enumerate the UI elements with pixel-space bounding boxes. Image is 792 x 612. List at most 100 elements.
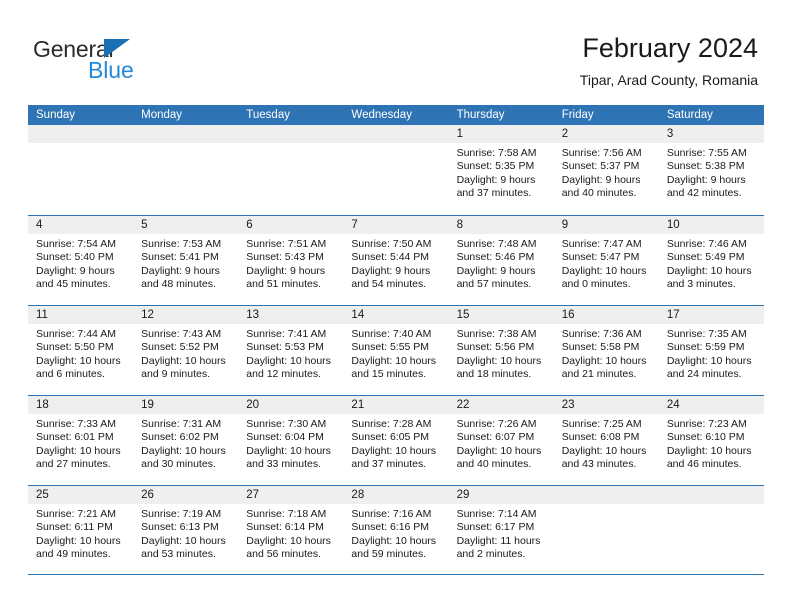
- sunset-text: Sunset: 5:44 PM: [351, 251, 430, 264]
- day-number: [133, 125, 239, 143]
- daylight-text-line1: Daylight: 10 hours: [141, 444, 226, 457]
- day-cell[interactable]: 24 Sunrise: 7:23 AM Sunset: 6:10 PM Dayl…: [658, 396, 764, 485]
- day-cell[interactable]: 29 Sunrise: 7:14 AM Sunset: 6:17 PM Dayl…: [448, 486, 554, 574]
- day-cell[interactable]: 21 Sunrise: 7:28 AM Sunset: 6:05 PM Dayl…: [343, 396, 449, 485]
- generalblue-logo[interactable]: General Blue: [33, 36, 233, 84]
- sunrise-text: Sunrise: 7:19 AM: [141, 508, 222, 520]
- day-details: Sunrise: 7:58 AM Sunset: 5:35 PM Dayligh…: [449, 143, 554, 201]
- daylight-text-line1: Daylight: 10 hours: [141, 534, 226, 547]
- day-cell[interactable]: 4 Sunrise: 7:54 AM Sunset: 5:40 PM Dayli…: [28, 216, 134, 305]
- day-cell[interactable]: [28, 125, 134, 215]
- sunrise-text: Sunrise: 7:30 AM: [246, 418, 327, 430]
- sunset-text: Sunset: 5:55 PM: [351, 341, 430, 354]
- day-cell[interactable]: [343, 125, 449, 215]
- calendar-week-row: 4 Sunrise: 7:54 AM Sunset: 5:40 PM Dayli…: [28, 215, 764, 305]
- day-cell[interactable]: [133, 125, 239, 215]
- sunset-text: Sunset: 6:08 PM: [561, 431, 640, 444]
- sunset-text: Sunset: 5:52 PM: [141, 341, 219, 354]
- day-details: [133, 143, 238, 147]
- day-details: Sunrise: 7:30 AM Sunset: 6:04 PM Dayligh…: [238, 414, 343, 472]
- day-cell[interactable]: 15 Sunrise: 7:38 AM Sunset: 5:56 PM Dayl…: [448, 306, 554, 395]
- day-cell[interactable]: 25 Sunrise: 7:21 AM Sunset: 6:11 PM Dayl…: [28, 486, 134, 574]
- sunrise-text: Sunrise: 7:56 AM: [561, 147, 642, 159]
- day-cell[interactable]: 10 Sunrise: 7:46 AM Sunset: 5:49 PM Dayl…: [658, 216, 764, 305]
- day-number: 15: [448, 306, 554, 324]
- day-cell[interactable]: 8 Sunrise: 7:48 AM Sunset: 5:46 PM Dayli…: [448, 216, 554, 305]
- day-cell[interactable]: 12 Sunrise: 7:43 AM Sunset: 5:52 PM Dayl…: [133, 306, 239, 395]
- sunrise-text: Sunrise: 7:58 AM: [456, 147, 537, 159]
- day-cell[interactable]: [658, 486, 764, 574]
- day-cell[interactable]: 13 Sunrise: 7:41 AM Sunset: 5:53 PM Dayl…: [238, 306, 344, 395]
- daylight-text-line2: and 54 minutes.: [351, 278, 427, 291]
- day-cell[interactable]: 16 Sunrise: 7:36 AM Sunset: 5:58 PM Dayl…: [553, 306, 659, 395]
- calendar-page: General Blue February 2024 Tipar, Arad C…: [0, 0, 792, 612]
- day-cell[interactable]: 5 Sunrise: 7:53 AM Sunset: 5:41 PM Dayli…: [133, 216, 239, 305]
- day-cell[interactable]: 26 Sunrise: 7:19 AM Sunset: 6:13 PM Dayl…: [133, 486, 239, 574]
- day-cell[interactable]: 9 Sunrise: 7:47 AM Sunset: 5:47 PM Dayli…: [553, 216, 659, 305]
- daylight-text-line2: and 33 minutes.: [246, 458, 321, 471]
- daylight-text-line1: Daylight: 10 hours: [561, 354, 647, 367]
- day-cell[interactable]: 28 Sunrise: 7:16 AM Sunset: 6:16 PM Dayl…: [343, 486, 449, 574]
- daylight-text-line1: Daylight: 9 hours: [456, 264, 536, 277]
- daylight-text-line1: Daylight: 10 hours: [36, 444, 121, 457]
- day-number: 26: [133, 486, 239, 504]
- day-cell[interactable]: 27 Sunrise: 7:18 AM Sunset: 6:14 PM Dayl…: [238, 486, 344, 574]
- day-cell[interactable]: 6 Sunrise: 7:51 AM Sunset: 5:43 PM Dayli…: [238, 216, 344, 305]
- daylight-text-line2: and 18 minutes.: [456, 368, 532, 381]
- daylight-text-line2: and 46 minutes.: [666, 458, 742, 471]
- day-number: 29: [448, 486, 554, 504]
- day-cell[interactable]: 3 Sunrise: 7:55 AM Sunset: 5:38 PM Dayli…: [658, 125, 764, 215]
- day-number: 5: [133, 216, 239, 234]
- day-number: 1: [448, 125, 554, 143]
- day-cell[interactable]: [238, 125, 344, 215]
- sunrise-text: Sunrise: 7:21 AM: [36, 508, 116, 520]
- day-number: 19: [133, 396, 239, 414]
- day-details: Sunrise: 7:33 AM Sunset: 6:01 PM Dayligh…: [28, 414, 133, 472]
- day-details: Sunrise: 7:26 AM Sunset: 6:07 PM Dayligh…: [449, 414, 554, 472]
- day-details: Sunrise: 7:16 AM Sunset: 6:16 PM Dayligh…: [343, 504, 448, 562]
- day-cell[interactable]: 17 Sunrise: 7:35 AM Sunset: 5:59 PM Dayl…: [658, 306, 764, 395]
- day-details: [554, 504, 659, 508]
- daylight-text-line1: Daylight: 9 hours: [456, 173, 536, 186]
- sunrise-text: Sunrise: 7:36 AM: [561, 328, 642, 340]
- day-cell[interactable]: 7 Sunrise: 7:50 AM Sunset: 5:44 PM Dayli…: [343, 216, 449, 305]
- weekday-header-row: Sunday Monday Tuesday Wednesday Thursday…: [28, 105, 764, 125]
- sunset-text: Sunset: 5:59 PM: [666, 341, 745, 354]
- calendar-week-row: 25 Sunrise: 7:21 AM Sunset: 6:11 PM Dayl…: [28, 485, 764, 575]
- day-number: 11: [28, 306, 134, 324]
- daylight-text-line1: Daylight: 10 hours: [36, 354, 121, 367]
- day-details: Sunrise: 7:35 AM Sunset: 5:59 PM Dayligh…: [659, 324, 764, 382]
- daylight-text-line1: Daylight: 10 hours: [561, 444, 647, 457]
- sunset-text: Sunset: 5:46 PM: [456, 251, 535, 264]
- sunset-text: Sunset: 5:47 PM: [561, 251, 640, 264]
- day-cell[interactable]: 18 Sunrise: 7:33 AM Sunset: 6:01 PM Dayl…: [28, 396, 134, 485]
- day-details: [659, 504, 764, 508]
- day-details: Sunrise: 7:31 AM Sunset: 6:02 PM Dayligh…: [133, 414, 238, 472]
- day-cell[interactable]: 19 Sunrise: 7:31 AM Sunset: 6:02 PM Dayl…: [133, 396, 239, 485]
- day-cell[interactable]: 11 Sunrise: 7:44 AM Sunset: 5:50 PM Dayl…: [28, 306, 134, 395]
- sunrise-text: Sunrise: 7:14 AM: [456, 508, 537, 520]
- day-cell[interactable]: 14 Sunrise: 7:40 AM Sunset: 5:55 PM Dayl…: [343, 306, 449, 395]
- sunrise-text: Sunrise: 7:55 AM: [666, 147, 747, 159]
- day-cell[interactable]: 2 Sunrise: 7:56 AM Sunset: 5:37 PM Dayli…: [553, 125, 659, 215]
- day-number: 14: [343, 306, 449, 324]
- daylight-text-line1: Daylight: 9 hours: [246, 264, 326, 277]
- daylight-text-line2: and 24 minutes.: [666, 368, 742, 381]
- sunrise-text: Sunrise: 7:43 AM: [141, 328, 222, 340]
- day-cell[interactable]: [553, 486, 659, 574]
- sunset-text: Sunset: 5:37 PM: [561, 160, 640, 173]
- sunrise-text: Sunrise: 7:47 AM: [561, 238, 642, 250]
- sunset-text: Sunset: 6:13 PM: [141, 521, 219, 534]
- day-cell[interactable]: 1 Sunrise: 7:58 AM Sunset: 5:35 PM Dayli…: [448, 125, 554, 215]
- day-cell[interactable]: 23 Sunrise: 7:25 AM Sunset: 6:08 PM Dayl…: [553, 396, 659, 485]
- weekday-header-tuesday: Tuesday: [246, 109, 290, 121]
- daylight-text-line1: Daylight: 9 hours: [666, 173, 746, 186]
- daylight-text-line2: and 27 minutes.: [36, 458, 111, 471]
- sunset-text: Sunset: 5:43 PM: [246, 251, 324, 264]
- day-cell[interactable]: 22 Sunrise: 7:26 AM Sunset: 6:07 PM Dayl…: [448, 396, 554, 485]
- day-cell[interactable]: 20 Sunrise: 7:30 AM Sunset: 6:04 PM Dayl…: [238, 396, 344, 485]
- day-details: Sunrise: 7:19 AM Sunset: 6:13 PM Dayligh…: [133, 504, 238, 562]
- daylight-text-line1: Daylight: 10 hours: [561, 264, 647, 277]
- day-details: Sunrise: 7:38 AM Sunset: 5:56 PM Dayligh…: [449, 324, 554, 382]
- day-details: Sunrise: 7:55 AM Sunset: 5:38 PM Dayligh…: [659, 143, 764, 201]
